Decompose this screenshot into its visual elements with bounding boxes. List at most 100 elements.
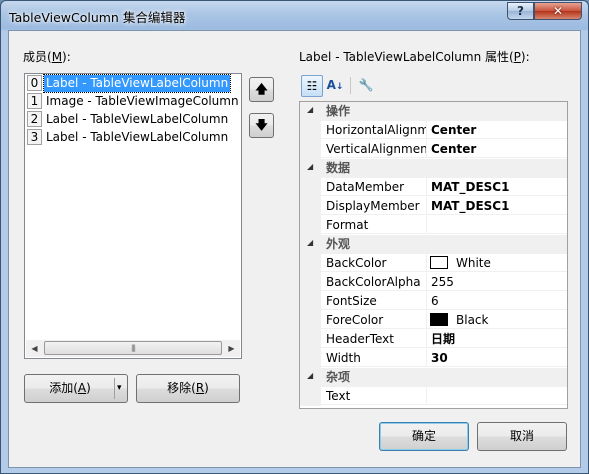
property-gutter bbox=[300, 311, 321, 330]
property-row[interactable]: Format bbox=[300, 216, 567, 235]
property-name: BackColor bbox=[321, 254, 426, 272]
property-name: VerticalAlignment bbox=[321, 140, 426, 158]
property-grid[interactable]: ◢ 操作 HorizontalAlignmentCenterVerticalAlig… bbox=[299, 101, 568, 409]
property-gutter bbox=[300, 140, 321, 159]
property-value-text: White bbox=[456, 256, 491, 270]
member-index: 2 bbox=[27, 111, 42, 127]
member-list-item[interactable]: 0 Label - TableViewLabelColumn bbox=[26, 74, 240, 93]
property-value-text: 255 bbox=[431, 275, 454, 289]
property-name: FontSize bbox=[321, 292, 426, 310]
scroll-left-icon[interactable]: ◀ bbox=[26, 340, 43, 357]
property-value[interactable]: 6 bbox=[426, 292, 567, 310]
move-down-button[interactable]: 🡇 bbox=[249, 113, 274, 138]
property-category[interactable]: ◢ 外观 bbox=[300, 235, 567, 254]
category-label: 外观 bbox=[326, 237, 351, 251]
scroll-thumb[interactable]: ||| bbox=[44, 341, 222, 355]
property-category[interactable]: ◢ 数据 bbox=[300, 159, 567, 178]
member-list-item[interactable]: 2 Label - TableViewLabelColumn bbox=[26, 111, 240, 128]
property-pages-icon[interactable]: 🔧 bbox=[355, 75, 377, 97]
property-grid-toolbar: ☷ A↓ 🔧 bbox=[299, 74, 569, 98]
property-gutter bbox=[300, 216, 321, 235]
add-button[interactable]: 添加(A) ▾ bbox=[24, 374, 128, 403]
toolbar-separator bbox=[350, 77, 351, 94]
property-row[interactable]: FontSize 6 bbox=[300, 292, 567, 311]
property-value[interactable]: MAT_DESC1 bbox=[426, 178, 567, 196]
collapse-triangle-icon[interactable]: ◢ bbox=[307, 162, 313, 171]
property-value-text: Center bbox=[431, 123, 477, 137]
property-row[interactable]: BackColorAlpha 255 bbox=[300, 273, 567, 292]
collapse-triangle-icon[interactable]: ◢ bbox=[307, 371, 313, 380]
property-row[interactable]: ForeColor Black bbox=[300, 311, 567, 330]
property-value[interactable]: Black bbox=[426, 311, 567, 329]
title-bar[interactable]: TableViewColumn 集合编辑器 ? ✕ bbox=[1, 1, 588, 29]
property-value[interactable] bbox=[426, 216, 567, 234]
help-button[interactable]: ? bbox=[507, 2, 534, 20]
property-gutter bbox=[300, 292, 321, 311]
property-value[interactable]: 255 bbox=[426, 273, 567, 291]
member-list-item[interactable]: 3 Label - TableViewLabelColumn bbox=[26, 129, 240, 146]
property-value[interactable]: White bbox=[426, 254, 567, 272]
property-name: HeaderText bbox=[321, 330, 426, 348]
property-value[interactable]: 30 bbox=[426, 349, 567, 367]
member-label: Label - TableViewLabelColumn bbox=[46, 130, 229, 144]
color-swatch bbox=[430, 256, 448, 269]
property-value[interactable] bbox=[426, 387, 567, 405]
property-name: ForeColor bbox=[321, 311, 426, 329]
dialog-window: TableViewColumn 集合编辑器 ? ✕ 成员(M): 0 Label … bbox=[0, 0, 589, 474]
property-value[interactable]: Center bbox=[426, 121, 567, 139]
member-index: 3 bbox=[27, 129, 42, 145]
categorized-view-icon[interactable]: ☷ bbox=[301, 75, 323, 97]
cancel-button[interactable]: 取消 bbox=[477, 422, 567, 451]
property-value-text: Black bbox=[456, 313, 489, 327]
property-value-text: 6 bbox=[431, 294, 439, 308]
property-row[interactable]: VerticalAlignment Center bbox=[300, 140, 567, 159]
member-label: Label - TableViewLabelColumn bbox=[46, 112, 229, 126]
property-row[interactable]: DisplayMember MAT_DESC1 bbox=[300, 197, 567, 216]
property-name: Width bbox=[321, 349, 426, 367]
property-row[interactable]: HeaderText 日期 bbox=[300, 330, 567, 349]
property-value[interactable]: Center bbox=[426, 140, 567, 158]
close-button[interactable]: ✕ bbox=[534, 2, 582, 20]
property-name: BackColorAlpha bbox=[321, 273, 426, 291]
member-list-item[interactable]: 1 Image - TableViewImageColumn bbox=[26, 93, 240, 110]
member-index: 1 bbox=[27, 93, 42, 109]
scroll-right-icon[interactable]: ▶ bbox=[223, 340, 240, 357]
category-label: 数据 bbox=[326, 161, 351, 175]
property-gutter bbox=[300, 349, 321, 368]
property-row[interactable]: Width 30 bbox=[300, 349, 567, 368]
members-horizontal-scrollbar[interactable]: ◀ ||| ▶ bbox=[26, 340, 240, 357]
property-row[interactable]: HorizontalAlignment Center bbox=[300, 121, 567, 140]
add-split-divider bbox=[114, 378, 115, 399]
category-label: 操作 bbox=[326, 104, 351, 118]
property-value-text: 日期 bbox=[431, 332, 456, 346]
property-value[interactable]: 日期 bbox=[426, 330, 567, 348]
arrow-up-icon: 🡅 bbox=[255, 82, 268, 96]
members-list[interactable]: 0 Label - TableViewLabelColumn 1 Image - Ta… bbox=[24, 73, 242, 359]
alphabetical-sort-icon[interactable]: A↓ bbox=[324, 75, 346, 97]
member-label: Label - TableViewLabelColumn bbox=[42, 74, 232, 93]
property-row[interactable]: Text bbox=[300, 387, 567, 406]
property-gutter bbox=[300, 330, 321, 349]
property-name: DisplayMember bbox=[321, 197, 426, 215]
add-dropdown-icon[interactable]: ▾ bbox=[117, 375, 122, 402]
collapse-triangle-icon[interactable]: ◢ bbox=[307, 238, 313, 247]
members-label: 成员(M): bbox=[23, 50, 71, 64]
ok-button[interactable]: 确定 bbox=[379, 422, 469, 451]
property-value[interactable]: MAT_DESC1 bbox=[426, 197, 567, 215]
properties-label: Label - TableViewLabelColumn 属性(P): bbox=[299, 50, 530, 64]
remove-button[interactable]: 移除(R) bbox=[136, 374, 240, 403]
collapse-triangle-icon[interactable]: ◢ bbox=[307, 105, 313, 114]
property-category[interactable]: ◢ 操作 bbox=[300, 102, 567, 121]
color-swatch bbox=[430, 313, 448, 326]
dialog-client-area: 成员(M): 0 Label - TableViewLabelColumn 1 Ima… bbox=[8, 30, 581, 468]
arrow-down-icon: 🡇 bbox=[255, 118, 268, 132]
member-index: 0 bbox=[27, 75, 42, 91]
category-label: 杂项 bbox=[326, 370, 351, 384]
property-row[interactable]: BackColor White bbox=[300, 254, 567, 273]
move-up-button[interactable]: 🡅 bbox=[249, 77, 274, 102]
property-category[interactable]: ◢ 杂项 bbox=[300, 368, 567, 387]
property-gutter bbox=[300, 121, 321, 140]
property-value-text: 30 bbox=[431, 351, 448, 365]
property-row[interactable]: DataMember MAT_DESC1 bbox=[300, 178, 567, 197]
property-gutter bbox=[300, 254, 321, 273]
